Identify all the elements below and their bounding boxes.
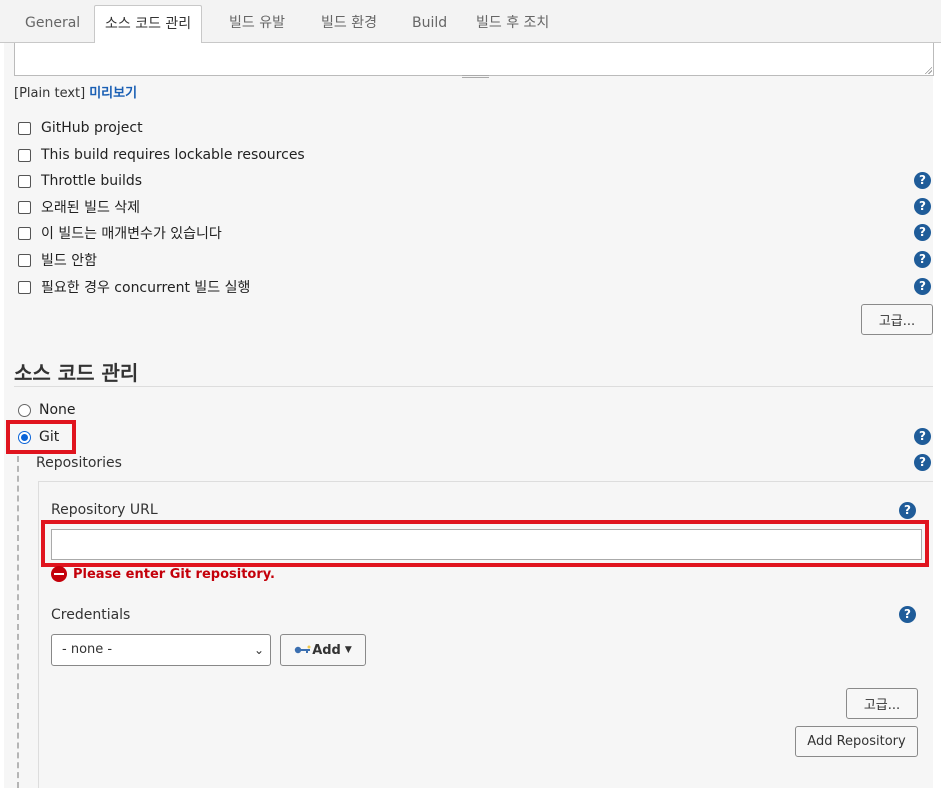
preview-link[interactable]: 미리보기 [89, 86, 137, 101]
key-icon [294, 645, 311, 654]
tab-build[interactable]: Build [402, 5, 457, 43]
add-button-label: Add [312, 642, 341, 658]
error-message: Please enter Git repository. [73, 566, 275, 582]
option-label: 이 빌드는 매개변수가 있습니다 [41, 226, 222, 242]
textarea-drag-grip[interactable] [462, 75, 489, 78]
option-concurrent-builds[interactable]: 필요한 경우 concurrent 빌드 실행 [18, 277, 250, 297]
section-divider [14, 386, 933, 387]
checkbox[interactable] [18, 253, 31, 267]
help-icon[interactable]: ? [914, 428, 931, 445]
radio-button[interactable] [18, 403, 31, 417]
section-title-scm: 소스 코드 관리 [14, 361, 139, 385]
tab-post-build-actions[interactable]: 빌드 후 조치 [466, 5, 559, 43]
scm-option-none[interactable]: None [18, 400, 76, 420]
checkbox[interactable] [18, 280, 31, 294]
option-label: 오래된 빌드 삭제 [41, 200, 141, 216]
option-label: Throttle builds [41, 173, 143, 189]
option-disable-build[interactable]: 빌드 안함 [18, 250, 97, 270]
option-label: 빌드 안함 [41, 253, 97, 269]
help-icon[interactable]: ? [914, 198, 931, 215]
option-label: GitHub project [41, 120, 143, 136]
help-icon[interactable]: ? [899, 606, 916, 623]
checkbox[interactable] [18, 121, 31, 135]
credentials-select[interactable]: - none - ⌄ [51, 634, 271, 666]
nesting-guide-line [17, 456, 19, 788]
checkbox[interactable] [18, 200, 31, 214]
textarea-resize-handle[interactable] [924, 66, 932, 74]
option-parameterized[interactable]: 이 빌드는 매개변수가 있습니다 [18, 223, 222, 243]
checkbox[interactable] [18, 148, 31, 162]
help-icon[interactable]: ? [914, 172, 931, 189]
highlight-box-git [6, 420, 76, 454]
option-throttle-builds[interactable]: Throttle builds [18, 171, 142, 191]
markup-format-note: [Plain text] 미리보기 [14, 82, 137, 101]
repository-url-error: Please enter Git repository. [51, 566, 275, 582]
credentials-label: Credentials [51, 607, 131, 623]
credentials-selected-value: - none - [62, 642, 113, 657]
config-tab-bar: General 소스 코드 관리 빌드 유발 빌드 환경 Build 빌드 후 … [0, 0, 941, 44]
caret-down-icon: ▼ [344, 645, 352, 655]
repository-advanced-button[interactable]: 고급... [846, 688, 918, 719]
checkbox[interactable] [18, 174, 31, 188]
tab-build-environment[interactable]: 빌드 환경 [311, 5, 387, 43]
add-repository-button[interactable]: Add Repository [795, 726, 918, 757]
help-icon[interactable]: ? [914, 454, 931, 471]
help-icon[interactable]: ? [914, 278, 931, 295]
radio-label: None [39, 402, 76, 418]
option-discard-old-builds[interactable]: 오래된 빌드 삭제 [18, 197, 140, 217]
checkbox[interactable] [18, 226, 31, 240]
option-label: This build requires lockable resources [41, 147, 305, 163]
option-lockable-resources[interactable]: This build requires lockable resources [18, 145, 305, 165]
repositories-label: Repositories [36, 455, 122, 471]
repository-url-label: Repository URL [51, 502, 158, 518]
error-icon [51, 566, 67, 582]
help-icon[interactable]: ? [914, 224, 931, 241]
option-github-project[interactable]: GitHub project [18, 118, 143, 138]
chevron-down-icon: ⌄ [253, 643, 264, 657]
tab-source-code-management[interactable]: 소스 코드 관리 [94, 5, 203, 44]
help-icon[interactable]: ? [899, 502, 916, 519]
add-credentials-button[interactable]: Add ▼ [280, 634, 366, 666]
plain-text-label: [Plain text] [14, 86, 86, 101]
tab-general[interactable]: General [15, 5, 90, 43]
option-label: 필요한 경우 concurrent 빌드 실행 [41, 280, 251, 296]
highlight-box-repository-url [41, 520, 929, 567]
advanced-button[interactable]: 고급... [861, 304, 933, 335]
description-textarea[interactable] [14, 43, 934, 76]
help-icon[interactable]: ? [914, 251, 931, 268]
tab-build-triggers[interactable]: 빌드 유발 [219, 5, 295, 43]
